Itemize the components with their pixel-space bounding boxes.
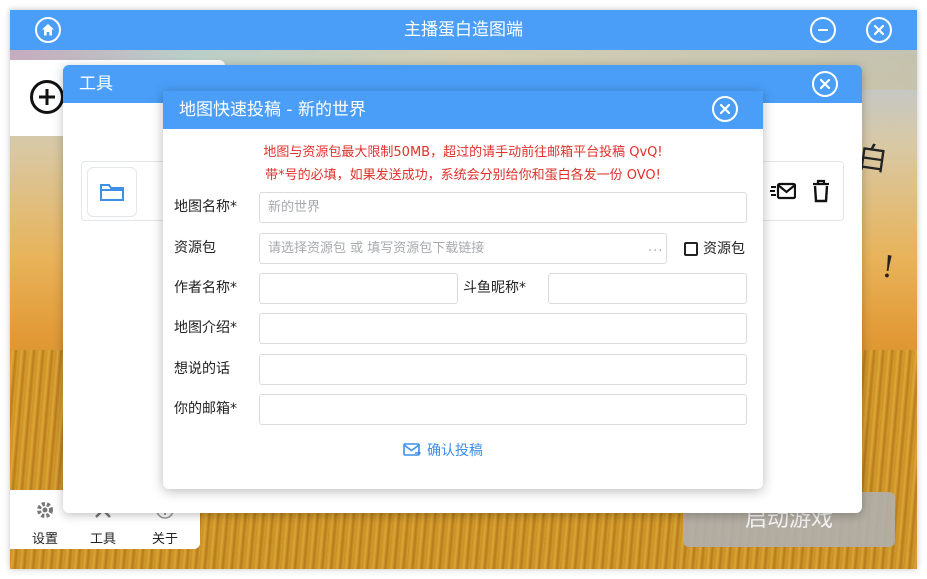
email-input[interactable]	[259, 394, 747, 425]
plus-icon	[39, 89, 55, 105]
tool-dialog-close-button[interactable]	[812, 71, 838, 97]
confirm-submit-label: 确认投稿	[427, 443, 483, 459]
main-titlebar: 主播蛋白造图端	[10, 10, 917, 50]
email-label: 你的邮箱*	[174, 401, 237, 417]
notice-line-1: 地图与资源包最大限制50MB，超过的请手动前往邮箱平台投稿 QvQ!	[263, 145, 663, 160]
message-label: 想说的话	[174, 361, 230, 377]
douyu-nickname-label: 斗鱼昵称*	[463, 280, 526, 296]
trash-icon[interactable]	[808, 179, 834, 203]
gear-icon	[37, 502, 53, 518]
map-intro-label: 地图介绍*	[174, 320, 237, 336]
background-handwriting-exclaim: !	[879, 249, 897, 286]
nav-tools-label: 工具	[89, 532, 116, 547]
mail-icon[interactable]	[770, 179, 796, 203]
map-intro-input[interactable]	[259, 313, 747, 344]
add-map-button[interactable]	[30, 80, 64, 114]
browse-resource-button[interactable]: ···	[648, 244, 663, 259]
resource-pack-checkbox[interactable]	[684, 242, 698, 256]
submit-dialog-close-button[interactable]	[712, 96, 738, 122]
tool-dialog-title: 工具	[79, 74, 113, 94]
minimize-icon	[818, 29, 828, 31]
confirm-submit-button[interactable]: 确认投稿	[403, 439, 483, 461]
app-title: 主播蛋白造图端	[404, 20, 523, 40]
folder-icon	[100, 184, 124, 201]
resource-pack-input[interactable]	[259, 233, 667, 264]
close-button[interactable]	[866, 17, 892, 43]
author-label: 作者名称*	[174, 280, 237, 296]
map-name-label: 地图名称*	[174, 199, 237, 215]
close-icon	[873, 24, 885, 36]
send-mail-icon	[403, 443, 421, 456]
close-icon	[719, 103, 731, 115]
nav-about-label: 关于	[151, 532, 178, 547]
notice-line-2: 带*号的必填，如果发送成功，系统会分别给你和蛋白各发一份 OVO!	[265, 168, 661, 183]
resource-pack-label: 资源包	[174, 240, 216, 256]
close-icon	[819, 78, 831, 90]
submit-dialog: 地图快速投稿 - 新的世界 地图与资源包最大限制50MB，超过的请手动前往邮箱平…	[163, 91, 763, 489]
author-input[interactable]	[259, 273, 458, 304]
map-name-input[interactable]	[259, 192, 747, 223]
open-folder-button[interactable]	[87, 167, 137, 217]
submit-dialog-title: 地图快速投稿 - 新的世界	[179, 100, 366, 120]
submit-dialog-header: 地图快速投稿 - 新的世界	[163, 91, 763, 129]
nav-settings-label: 设置	[31, 532, 58, 547]
douyu-nickname-input[interactable]	[548, 273, 747, 304]
resource-pack-checkbox-label: 资源包	[703, 241, 745, 257]
minimize-button[interactable]	[810, 17, 836, 43]
message-input[interactable]	[259, 354, 747, 385]
